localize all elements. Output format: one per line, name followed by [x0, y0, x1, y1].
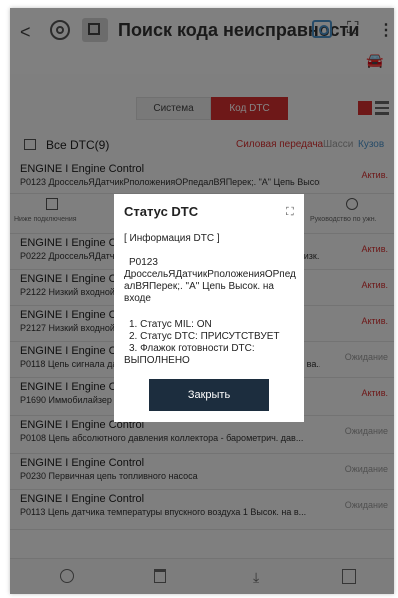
dtc-status: 2. Статус DTC: ПРИСУТСТВУЕТ [129, 331, 280, 342]
readiness-flag: 3. Флажок готовности DTC: [129, 343, 255, 354]
dtc-description: ДроссельЯДатчикРположенияОРпедалВЯПерек;… [124, 269, 296, 304]
close-button[interactable]: Закрыть [149, 379, 269, 411]
dtc-status-dialog: Статус DTC ⛶ [ Информация DTC ] P0123 Др… [114, 194, 304, 422]
section-label: [ Информация DTC ] [124, 233, 220, 244]
mil-status: 1. Статус MIL: ON [129, 319, 212, 330]
app-frame: < Поиск кода неисправности ⛶ ⋮ 🚘 Система… [10, 8, 394, 594]
expand-icon[interactable]: ⛶ [286, 206, 294, 219]
dtc-code: P0123 [129, 257, 158, 268]
readiness-value: ВЫПОЛНЕНО [124, 355, 190, 366]
dialog-title: Статус DTC [124, 204, 199, 219]
